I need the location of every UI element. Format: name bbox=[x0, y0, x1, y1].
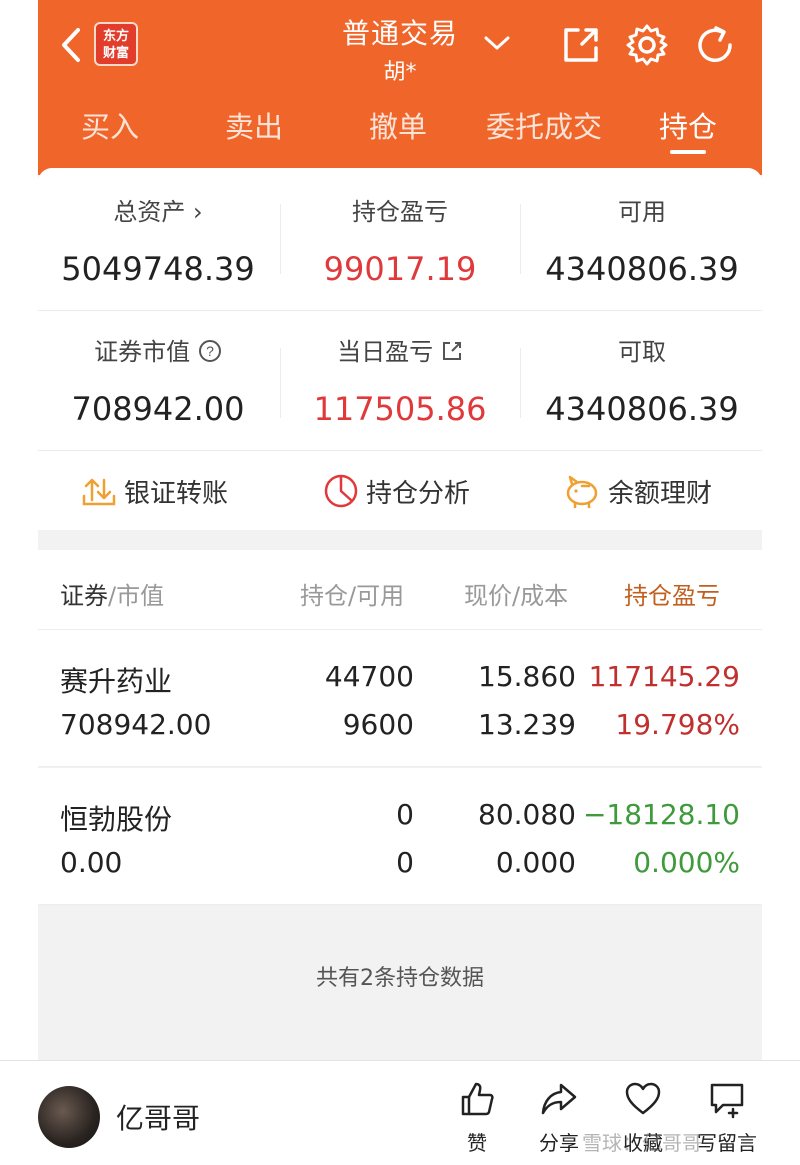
divider bbox=[38, 310, 762, 311]
watermark: 雪球：亿哥哥 bbox=[582, 1131, 702, 1155]
col-security-sub: /市值 bbox=[108, 582, 165, 610]
stock-pnl: −18128.10 bbox=[582, 798, 740, 831]
col-security-header[interactable]: 证券/市值 bbox=[60, 576, 164, 611]
position-pnl-value: 99017.19 bbox=[323, 250, 477, 288]
svg-text:?: ? bbox=[206, 343, 214, 359]
balance-finance-label: 余额理财 bbox=[608, 478, 713, 509]
tab-sell[interactable]: 卖出 bbox=[212, 104, 296, 160]
trade-tabs: 买入 卖出 撤单 委托成交 持仓 bbox=[38, 104, 762, 160]
refresh-icon[interactable] bbox=[692, 22, 738, 68]
stat-withdrawable: 可取 4340806.39 bbox=[522, 334, 762, 428]
stat-position-pnl: 持仓盈亏 99017.19 bbox=[280, 194, 520, 288]
positions-count-text: 共有2条持仓数据 bbox=[316, 966, 484, 991]
divider bbox=[520, 348, 521, 418]
stock-name: 赛升药业 bbox=[60, 665, 173, 698]
back-arrow-icon[interactable] bbox=[52, 22, 92, 68]
bank-transfer-label: 银证转账 bbox=[124, 478, 229, 509]
username[interactable]: 亿哥哥 bbox=[116, 1097, 200, 1137]
position-analysis-button[interactable]: 持仓分析 bbox=[322, 468, 470, 514]
col-price-header[interactable]: 现价/成本 bbox=[464, 576, 568, 611]
stat-daily-pnl: 当日盈亏 117505.86 bbox=[280, 334, 520, 428]
eastmoney-logo: 东方财富 bbox=[94, 22, 138, 66]
daily-pnl-label: 当日盈亏 bbox=[337, 338, 434, 366]
page-title[interactable]: 普通交易 bbox=[298, 12, 502, 52]
stock-market-value: 0.00 bbox=[60, 846, 123, 879]
position-pnl-label: 持仓盈亏 bbox=[352, 198, 448, 226]
active-tab-indicator bbox=[670, 150, 706, 154]
divider bbox=[280, 204, 281, 274]
daily-pnl-value: 117505.86 bbox=[313, 390, 487, 428]
withdrawable-label: 可取 bbox=[618, 338, 666, 366]
market-value-label-row: 证券市值 ? bbox=[38, 334, 278, 370]
position-analysis-label: 持仓分析 bbox=[366, 478, 471, 509]
account-name: 胡* bbox=[383, 60, 417, 85]
heart-icon bbox=[625, 1082, 661, 1115]
tab-orders[interactable]: 委托成交 bbox=[476, 104, 612, 160]
bank-transfer-button[interactable]: 银证转账 bbox=[80, 468, 228, 514]
tab-buy[interactable]: 买入 bbox=[68, 104, 152, 160]
share-arrow-icon bbox=[541, 1083, 577, 1115]
withdrawable-value: 4340806.39 bbox=[545, 390, 739, 428]
social-bottom-bar: 亿哥哥 赞 分享 收藏 写留言 雪球：亿哥哥 bbox=[0, 1060, 800, 1165]
stock-market-value: 708942.00 bbox=[60, 708, 212, 741]
stock-name: 恒勃股份 bbox=[60, 803, 173, 836]
col-position-header[interactable]: 持仓/可用 bbox=[300, 576, 404, 611]
thumbs-up-icon bbox=[461, 1082, 494, 1116]
comment-button[interactable]: 写留言 bbox=[692, 1079, 762, 1156]
stock-cost: 0.000 bbox=[495, 846, 576, 879]
app-header: 东方财富 普通交易 胡* 买入 卖出 撤单 委托成交 持仓 bbox=[38, 0, 762, 175]
divider bbox=[38, 450, 762, 451]
tab-cancel[interactable]: 撤单 bbox=[356, 104, 440, 160]
market-value-label: 证券市值 bbox=[94, 338, 191, 366]
divider bbox=[520, 204, 521, 274]
stock-position: 44700 bbox=[324, 660, 414, 693]
available-value: 4340806.39 bbox=[545, 250, 739, 288]
col-security-main: 证券 bbox=[60, 582, 108, 610]
stat-total-assets[interactable]: 总资产 › 5049748.39 bbox=[38, 194, 278, 288]
total-assets-value: 5049748.39 bbox=[61, 250, 255, 288]
table-row[interactable]: 赛升药业 708942.00 44700 9600 15.860 13.239 … bbox=[38, 630, 762, 767]
col-pnl-header[interactable]: 持仓盈亏 bbox=[624, 576, 720, 611]
piggy-bank-icon bbox=[566, 475, 598, 509]
stock-position: 0 bbox=[396, 798, 414, 831]
daily-pnl-label-row: 当日盈亏 bbox=[280, 334, 520, 370]
positions-table-header: 证券/市值 持仓/可用 现价/成本 持仓盈亏 bbox=[38, 550, 762, 630]
stock-available: 0 bbox=[396, 846, 414, 879]
total-assets-label: 总资产 › bbox=[113, 198, 203, 226]
available-label: 可用 bbox=[618, 198, 666, 226]
chevron-down-icon[interactable] bbox=[480, 30, 514, 54]
external-link-icon[interactable] bbox=[441, 340, 463, 362]
logo-text: 东方财富 bbox=[102, 29, 129, 61]
like-button[interactable]: 赞 bbox=[442, 1079, 512, 1156]
balance-finance-button[interactable]: 余额理财 bbox=[562, 468, 712, 514]
stock-pnl: 117145.29 bbox=[588, 660, 740, 693]
stock-price: 80.080 bbox=[478, 798, 576, 831]
transfer-icon bbox=[82, 478, 116, 506]
help-icon[interactable]: ? bbox=[198, 339, 222, 363]
pie-chart-icon bbox=[324, 474, 358, 508]
share-external-icon[interactable] bbox=[558, 22, 604, 68]
stock-pnl-pct: 0.000% bbox=[633, 846, 740, 879]
stock-cost: 13.239 bbox=[478, 708, 576, 741]
stock-available: 9600 bbox=[342, 708, 414, 741]
market-value-value: 708942.00 bbox=[71, 390, 245, 428]
divider bbox=[280, 348, 281, 418]
comment-label: 写留言 bbox=[697, 1131, 757, 1155]
gear-icon[interactable] bbox=[624, 22, 670, 68]
table-row[interactable]: 恒勃股份 0.00 0 0 80.080 0.000 −18128.10 0.0… bbox=[38, 768, 762, 905]
stock-pnl-pct: 19.798% bbox=[615, 708, 740, 741]
avatar[interactable] bbox=[38, 1086, 100, 1148]
comment-add-icon bbox=[710, 1083, 744, 1119]
stock-price: 15.860 bbox=[478, 660, 576, 693]
stat-available: 可用 4340806.39 bbox=[522, 194, 762, 288]
stat-market-value: 证券市值 ? 708942.00 bbox=[38, 334, 278, 428]
like-label: 赞 bbox=[467, 1131, 487, 1155]
